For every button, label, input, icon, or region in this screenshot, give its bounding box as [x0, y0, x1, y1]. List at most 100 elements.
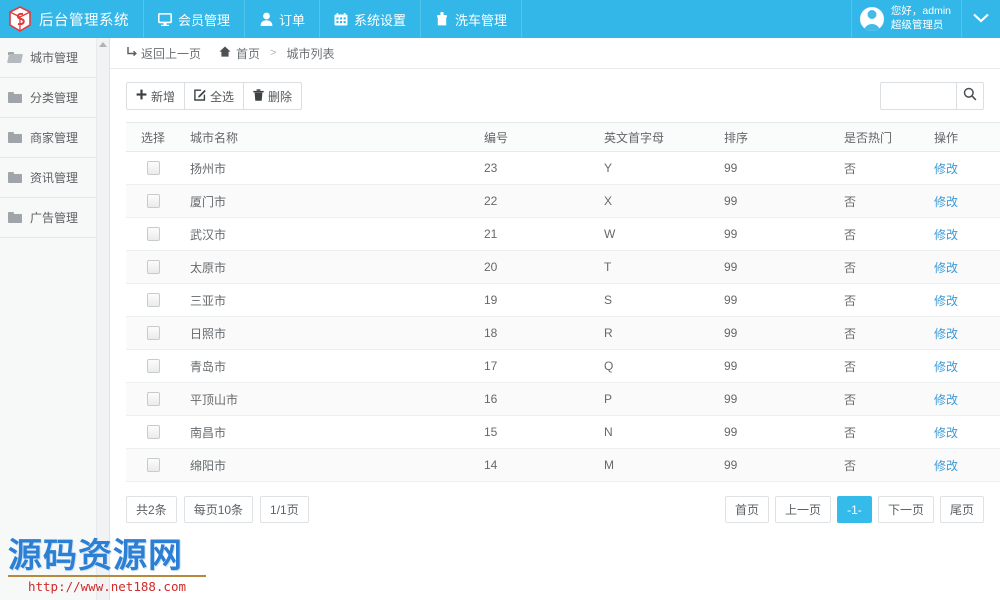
cell-number: 22: [480, 184, 600, 218]
edit-link[interactable]: 修改: [934, 360, 958, 374]
row-checkbox-cell[interactable]: [126, 349, 180, 383]
edit-link[interactable]: 修改: [934, 393, 958, 407]
edit-link[interactable]: 修改: [934, 261, 958, 275]
user-menu[interactable]: 您好，admin 超级管理员: [852, 0, 962, 38]
row-checkbox[interactable]: [146, 260, 160, 275]
user-icon: [259, 12, 273, 26]
th-number: 编号: [480, 122, 600, 152]
row-checkbox[interactable]: [146, 227, 160, 242]
cell-letter: S: [600, 283, 720, 317]
edit-link[interactable]: 修改: [934, 228, 958, 242]
nav-item-members[interactable]: 会员管理: [144, 0, 246, 38]
cell-action[interactable]: 修改: [930, 415, 1000, 449]
table-row[interactable]: 日照市 18 R 99 否 修改: [126, 316, 1000, 350]
table-header-row: 选择 城市名称 编号 英文首字母 排序 是否热门 操作: [126, 122, 1000, 152]
search-button[interactable]: [956, 82, 984, 110]
cell-sort: 99: [720, 217, 840, 251]
table-row[interactable]: 绵阳市 14 M 99 否 修改: [126, 448, 1000, 482]
nav-item-settings[interactable]: 系统设置: [320, 0, 422, 38]
row-checkbox-cell[interactable]: [126, 316, 180, 350]
cell-city-name: 扬州市: [180, 151, 480, 185]
row-checkbox-cell[interactable]: [126, 184, 180, 218]
table-row[interactable]: 平顶山市 16 P 99 否 修改: [126, 382, 1000, 416]
cube-logo-icon: [8, 6, 32, 32]
table-row[interactable]: 太原市 20 T 99 否 修改: [126, 250, 1000, 284]
cell-action[interactable]: 修改: [930, 250, 1000, 284]
cell-action[interactable]: 修改: [930, 382, 1000, 416]
select-all-button[interactable]: 全选: [184, 82, 245, 110]
row-checkbox[interactable]: [146, 161, 160, 176]
city-table-wrapper: 选择 城市名称 编号 英文首字母 排序 是否热门 操作 扬州市 23 Y 99 …: [110, 122, 1000, 482]
sidebar-item-ads[interactable]: 广告管理: [0, 198, 109, 238]
scroll-up-icon[interactable]: [99, 42, 107, 47]
edit-link[interactable]: 修改: [934, 459, 958, 473]
row-checkbox-cell[interactable]: [126, 415, 180, 449]
nav-label: 订单: [279, 12, 306, 28]
last-page-button[interactable]: 尾页: [939, 496, 984, 523]
edit-link[interactable]: 修改: [934, 162, 958, 176]
cell-action[interactable]: 修改: [930, 316, 1000, 350]
row-checkbox-cell[interactable]: [126, 448, 180, 482]
table-row[interactable]: 青岛市 17 Q 99 否 修改: [126, 349, 1000, 383]
table-row[interactable]: 武汉市 21 W 99 否 修改: [126, 217, 1000, 251]
sidebar-item-city[interactable]: 城市管理: [0, 38, 109, 78]
row-checkbox[interactable]: [146, 392, 160, 407]
user-info: 您好，admin 超级管理员: [891, 5, 951, 33]
cell-action[interactable]: 修改: [930, 349, 1000, 383]
row-checkbox-cell[interactable]: [126, 151, 180, 185]
user-menu-toggle[interactable]: [962, 0, 1000, 38]
cell-hot: 否: [840, 448, 930, 482]
first-page-button[interactable]: 首页: [724, 496, 769, 523]
add-button[interactable]: 新增: [126, 82, 186, 110]
row-checkbox-cell[interactable]: [126, 217, 180, 251]
nav-item-carwash[interactable]: 洗车管理: [421, 0, 523, 38]
watermark-url: http://www.net188.com: [27, 579, 187, 594]
search-input[interactable]: [880, 82, 956, 110]
delete-button[interactable]: 删除: [243, 82, 303, 110]
table-row[interactable]: 南昌市 15 N 99 否 修改: [126, 415, 1000, 449]
current-page-button[interactable]: -1-: [836, 496, 872, 523]
row-checkbox[interactable]: [146, 194, 160, 209]
cell-action[interactable]: 修改: [930, 283, 1000, 317]
row-checkbox[interactable]: [146, 293, 160, 308]
th-action: 操作: [930, 122, 1000, 152]
sidebar-scrollbar[interactable]: [96, 38, 109, 600]
nav-item-orders[interactable]: 订单: [245, 0, 321, 38]
prev-page-button[interactable]: 上一页: [774, 496, 831, 523]
row-checkbox[interactable]: [146, 326, 160, 341]
cell-action[interactable]: 修改: [930, 448, 1000, 482]
brand[interactable]: 后台管理系统: [0, 0, 144, 38]
table-row[interactable]: 扬州市 23 Y 99 否 修改: [126, 151, 1000, 185]
sidebar-item-category[interactable]: 分类管理: [0, 78, 109, 118]
sidebar-item-news[interactable]: 资讯管理: [0, 158, 109, 198]
row-checkbox-cell[interactable]: [126, 283, 180, 317]
back-link[interactable]: 返回上一页: [126, 45, 201, 62]
cell-letter: Q: [600, 349, 720, 383]
sidebar-item-merchant[interactable]: 商家管理: [0, 118, 109, 158]
cell-hot: 否: [840, 349, 930, 383]
table-row[interactable]: 三亚市 19 S 99 否 修改: [126, 283, 1000, 317]
edit-link[interactable]: 修改: [934, 327, 958, 341]
row-checkbox-cell[interactable]: [126, 382, 180, 416]
home-link[interactable]: 首页: [219, 45, 260, 62]
cell-action[interactable]: 修改: [930, 151, 1000, 185]
row-checkbox[interactable]: [146, 458, 160, 473]
cell-sort: 99: [720, 250, 840, 284]
nav-label: 洗车管理: [455, 12, 508, 28]
row-checkbox-cell[interactable]: [126, 250, 180, 284]
edit-link[interactable]: 修改: [934, 195, 958, 209]
row-checkbox[interactable]: [146, 425, 160, 440]
table-row[interactable]: 厦门市 22 X 99 否 修改: [126, 184, 1000, 218]
row-checkbox[interactable]: [146, 359, 160, 374]
cell-number: 21: [480, 217, 600, 251]
cell-letter: Y: [600, 151, 720, 185]
cell-action[interactable]: 修改: [930, 217, 1000, 251]
next-page-button[interactable]: 下一页: [877, 496, 934, 523]
cell-action[interactable]: 修改: [930, 184, 1000, 218]
cell-number: 19: [480, 283, 600, 317]
cell-sort: 99: [720, 448, 840, 482]
edit-link[interactable]: 修改: [934, 426, 958, 440]
main-nav: 会员管理 订单 系统设置 洗车管理: [144, 0, 523, 38]
folder-icon: [8, 212, 22, 223]
edit-link[interactable]: 修改: [934, 294, 958, 308]
